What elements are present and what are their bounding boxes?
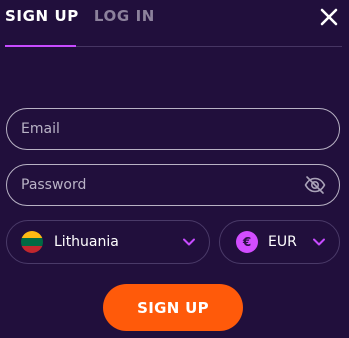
auth-tabs: SIGN UP LOG IN — [5, 6, 155, 26]
password-field[interactable] — [6, 164, 340, 206]
close-icon[interactable] — [318, 6, 340, 28]
email-field[interactable] — [6, 108, 340, 150]
eye-off-icon[interactable] — [303, 173, 327, 197]
password-input[interactable] — [21, 177, 303, 193]
tab-sign-up[interactable]: SIGN UP — [5, 7, 79, 25]
active-tab-indicator — [5, 45, 76, 47]
euro-coin-icon: € — [236, 231, 258, 253]
sign-up-button[interactable]: SIGN UP — [103, 284, 243, 331]
chevron-down-icon — [311, 234, 327, 250]
country-value: Lithuania — [54, 234, 119, 250]
chevron-down-icon — [181, 234, 197, 250]
currency-select[interactable]: € EUR — [219, 220, 340, 264]
lithuania-flag-icon — [21, 231, 43, 253]
email-input[interactable] — [21, 121, 325, 137]
country-select[interactable]: Lithuania — [6, 220, 210, 264]
currency-value: EUR — [268, 234, 297, 250]
tab-log-in[interactable]: LOG IN — [94, 7, 155, 25]
